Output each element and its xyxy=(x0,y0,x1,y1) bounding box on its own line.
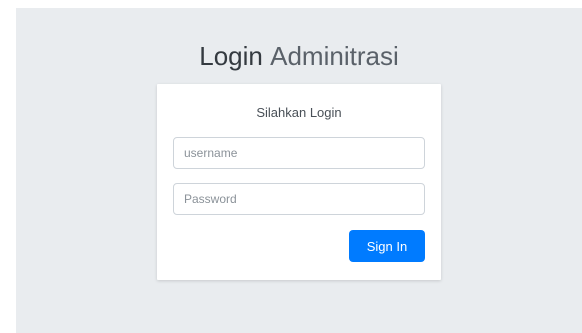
page-title-bold: Login xyxy=(199,41,263,71)
password-input[interactable] xyxy=(173,183,425,215)
username-input[interactable] xyxy=(173,137,425,169)
login-card: Silahkan Login Sign In xyxy=(157,84,441,280)
login-page: Login Adminitrasi Silahkan Login Sign In xyxy=(16,8,582,333)
page-title-light: Adminitrasi xyxy=(270,41,399,71)
login-message: Silahkan Login xyxy=(256,105,342,120)
page-title: Login Adminitrasi xyxy=(16,41,582,71)
sign-in-button[interactable]: Sign In xyxy=(349,230,425,262)
